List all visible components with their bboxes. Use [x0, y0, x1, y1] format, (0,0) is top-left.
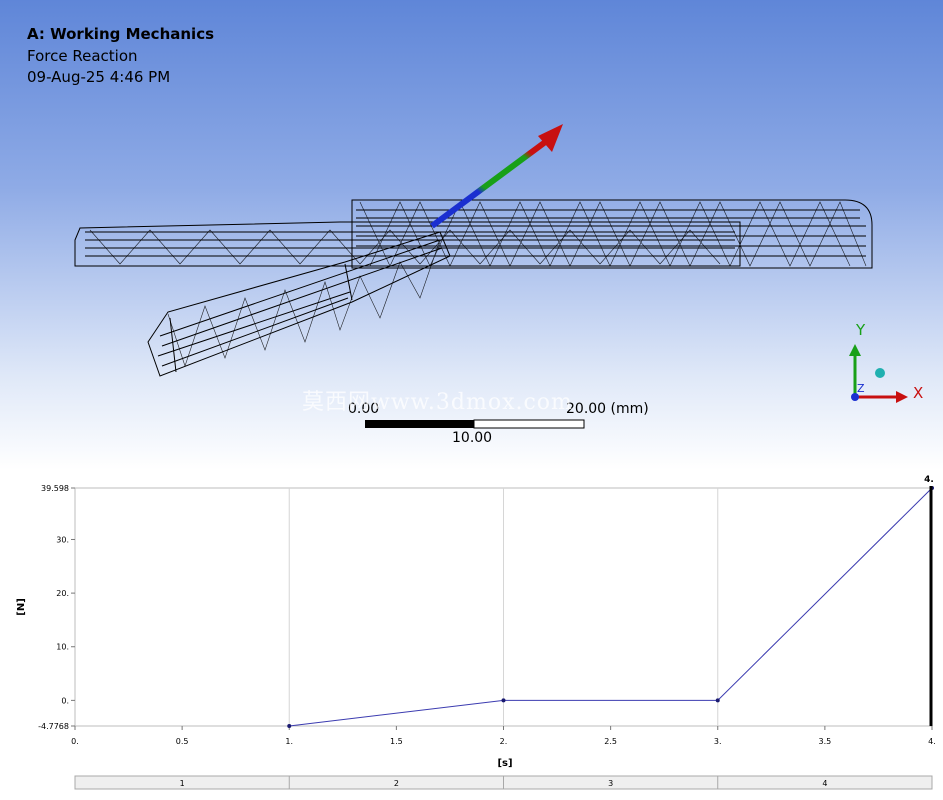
y-tick-label: -4.7768	[38, 722, 69, 731]
x-tick-label: 0.	[71, 737, 79, 746]
x-axis-label: [s]	[497, 758, 512, 769]
force-arrow	[430, 137, 550, 229]
x-tick-label: 0.5	[176, 737, 189, 746]
x-tick-label: 3.	[714, 737, 722, 746]
scale-right-label: 20.00 (mm)	[566, 401, 649, 417]
y-tick-label: 0.	[61, 696, 69, 705]
x-tick-label: 3.5	[819, 737, 832, 746]
scale-mid-label: 10.00	[452, 430, 493, 446]
time-marker-label: 4.	[924, 475, 934, 485]
step-bar[interactable]: 1 2 3 4	[74, 775, 933, 790]
y-tick-label: 10.	[56, 643, 69, 652]
data-point	[501, 698, 506, 703]
graphics-viewport[interactable]: A: Working Mechanics Force Reaction 09-A…	[0, 0, 943, 470]
x-tick-label: 2.	[500, 737, 508, 746]
x-tick-label: 2.5	[604, 737, 617, 746]
step-label[interactable]: 2	[394, 779, 399, 788]
x-tick-label: 1.5	[390, 737, 403, 746]
data-point	[715, 698, 720, 703]
step-label[interactable]: 4	[822, 779, 827, 788]
triad-y-label: Y	[856, 321, 866, 339]
triad-x-label: X	[913, 384, 924, 402]
watermark: 莫西网www.3dmox.com	[302, 390, 573, 415]
force-time-graph[interactable]: -4.77680.10.20.30.39.598 0. 0.5 1. 1.5 2. 2.5…	[0, 470, 943, 800]
y-tick-label: 20.	[56, 589, 69, 598]
data-point	[287, 724, 292, 728]
x-tick-label: 1.	[285, 737, 293, 746]
y-axis-label: [N]	[16, 598, 27, 616]
triad-z-label: Z	[857, 382, 865, 395]
x-tick-label: 4.	[928, 737, 936, 746]
scale-bar	[365, 419, 585, 429]
y-tick-label: 39.598	[41, 484, 69, 493]
y-tick-label: 30.	[56, 535, 69, 544]
step-label[interactable]: 3	[608, 779, 613, 788]
step-label[interactable]: 1	[180, 779, 185, 788]
